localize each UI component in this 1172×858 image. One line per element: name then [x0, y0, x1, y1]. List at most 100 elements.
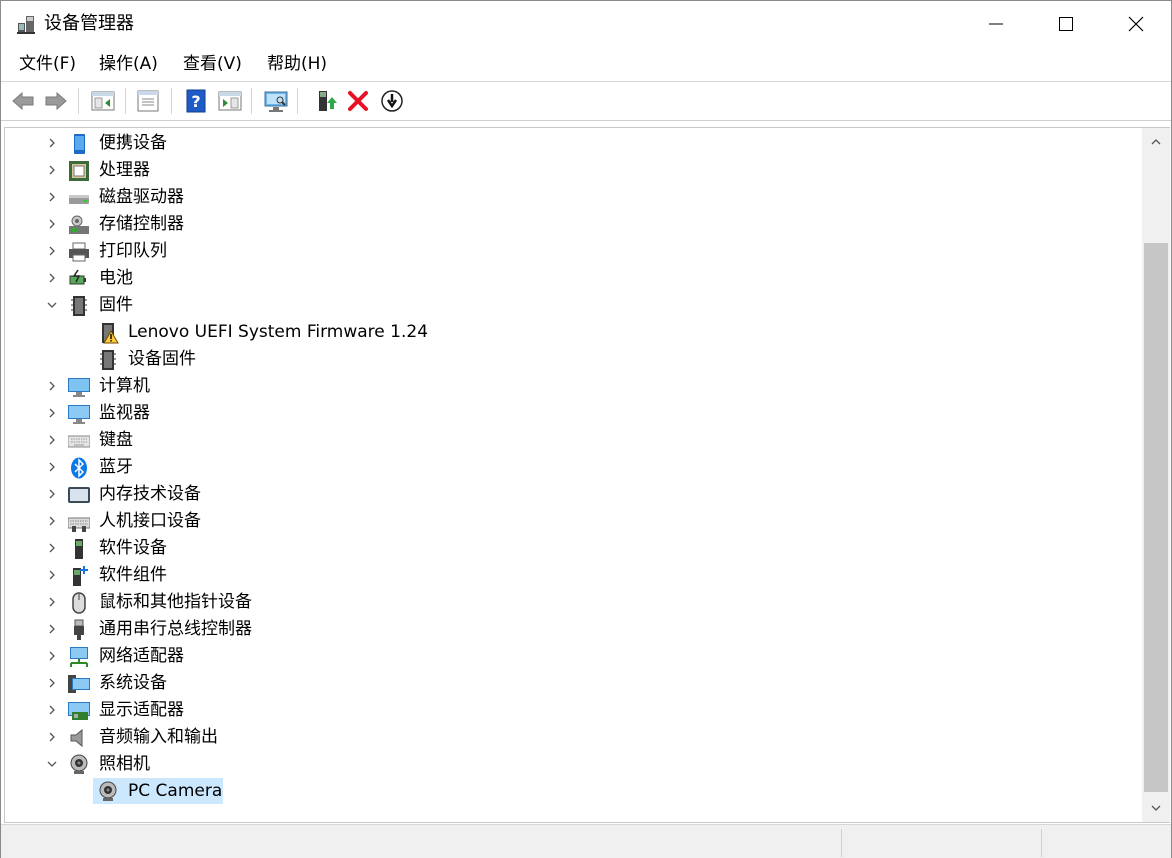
memory-device-icon: [68, 487, 90, 503]
chevron-right-icon[interactable]: [45, 433, 59, 447]
chevron-right-icon[interactable]: [45, 676, 59, 690]
tree-item[interactable]: 内存技术设备: [5, 481, 1142, 508]
back-button[interactable]: [10, 88, 36, 114]
scroll-thumb[interactable]: [1144, 243, 1168, 792]
chevron-right-icon[interactable]: [45, 568, 59, 582]
chevron-right-icon[interactable]: [45, 271, 59, 285]
chevron-down-icon[interactable]: [45, 757, 59, 771]
device-manager-window: 设备管理器 文件(F) 操作(A) 查看(V) 帮助(H) ? 便携设备 处理器…: [0, 0, 1172, 858]
close-icon: [1128, 16, 1144, 32]
uninstall-icon: [348, 91, 368, 111]
menu-view[interactable]: 查看(V): [181, 53, 244, 75]
action-pane-button[interactable]: [217, 88, 243, 114]
minimize-button[interactable]: [961, 1, 1031, 47]
keyboard-icon: [68, 435, 90, 448]
tree-item[interactable]: 通用串行总线控制器: [5, 616, 1142, 643]
hid-icon: [68, 517, 90, 532]
mouse-icon: [72, 592, 86, 614]
close-button[interactable]: [1101, 1, 1171, 47]
tree-item[interactable]: 固件: [5, 292, 1142, 319]
chevron-right-icon[interactable]: [45, 541, 59, 555]
scan-hardware-button[interactable]: [263, 88, 289, 114]
vertical-scrollbar[interactable]: [1142, 127, 1170, 823]
tree-item-label: 处理器: [99, 160, 150, 180]
tree-item[interactable]: 键盘: [5, 427, 1142, 454]
chevron-right-icon[interactable]: [45, 460, 59, 474]
maximize-button[interactable]: [1031, 1, 1101, 47]
tree-item[interactable]: 电池: [5, 265, 1142, 292]
tree-item[interactable]: 显示适配器: [5, 697, 1142, 724]
chevron-down-icon[interactable]: [45, 298, 59, 312]
maximize-icon: [1059, 17, 1073, 31]
tree-item[interactable]: 打印队列: [5, 238, 1142, 265]
tree-item[interactable]: Lenovo UEFI System Firmware 1.24: [5, 319, 1142, 346]
tree-item[interactable]: 软件组件: [5, 562, 1142, 589]
scroll-up-button[interactable]: [1142, 128, 1170, 156]
chevron-right-icon[interactable]: [45, 487, 59, 501]
uninstall-button[interactable]: [345, 88, 371, 114]
disable-button[interactable]: [379, 88, 405, 114]
device-tree[interactable]: 便携设备 处理器 磁盘驱动器 存储控制器 打印队列 电池 固件 Lenovo U…: [4, 127, 1142, 823]
update-driver-icon: [319, 91, 337, 111]
chevron-right-icon[interactable]: [45, 190, 59, 204]
scroll-down-button[interactable]: [1142, 794, 1170, 822]
scan-hardware-icon: [264, 91, 288, 112]
tree-item[interactable]: 蓝牙: [5, 454, 1142, 481]
tree-item[interactable]: 设备固件: [5, 346, 1142, 373]
bluetooth-icon: [71, 457, 87, 479]
tree-item-label: 照相机: [99, 754, 150, 774]
properties-button[interactable]: [135, 88, 161, 114]
device-manager-icon: [17, 16, 35, 34]
chevron-right-icon[interactable]: [45, 163, 59, 177]
chevron-right-icon[interactable]: [45, 622, 59, 636]
help-button[interactable]: ?: [183, 88, 209, 114]
tree-item-label: 显示适配器: [99, 700, 184, 720]
chevron-right-icon[interactable]: [45, 730, 59, 744]
tree-item[interactable]: 音频输入和输出: [5, 724, 1142, 751]
tree-item-selected[interactable]: PC Camera: [5, 778, 1142, 805]
tree-item[interactable]: 存储控制器: [5, 211, 1142, 238]
tree-item-label: 设备固件: [128, 349, 196, 369]
tree-item[interactable]: 网络适配器: [5, 643, 1142, 670]
tree-item-label: 软件组件: [99, 565, 167, 585]
tree-item[interactable]: 照相机: [5, 751, 1142, 778]
chevron-right-icon[interactable]: [45, 244, 59, 258]
menu-help[interactable]: 帮助(H): [265, 53, 329, 75]
svg-text:?: ?: [191, 92, 200, 111]
chevron-right-icon[interactable]: [45, 217, 59, 231]
camera-icon: [70, 754, 88, 774]
audio-icon: [70, 728, 83, 748]
chevron-right-icon[interactable]: [45, 406, 59, 420]
tree-item-label: 键盘: [99, 430, 133, 450]
disable-icon: [381, 90, 403, 112]
forward-button[interactable]: [43, 88, 69, 114]
chevron-right-icon[interactable]: [45, 649, 59, 663]
chevron-right-icon[interactable]: [45, 379, 59, 393]
tree-item[interactable]: 软件设备: [5, 535, 1142, 562]
chevron-right-icon[interactable]: [45, 136, 59, 150]
tree-item[interactable]: 系统设备: [5, 670, 1142, 697]
show-hide-tree-button[interactable]: [90, 88, 116, 114]
menu-file[interactable]: 文件(F): [17, 53, 78, 75]
status-bar: [1, 824, 1171, 858]
computer-icon: [68, 378, 90, 397]
tree-item[interactable]: 计算机: [5, 373, 1142, 400]
toolbar-separator: [125, 88, 126, 114]
tree-item-label: 电池: [99, 268, 133, 288]
menu-action[interactable]: 操作(A): [97, 53, 160, 75]
tree-item[interactable]: 磁盘驱动器: [5, 184, 1142, 211]
title-bar[interactable]: 设备管理器: [1, 1, 1171, 47]
tree-item[interactable]: 监视器: [5, 400, 1142, 427]
tree-item[interactable]: 鼠标和其他指针设备: [5, 589, 1142, 616]
chevron-right-icon[interactable]: [45, 595, 59, 609]
tree-item[interactable]: 便携设备: [5, 130, 1142, 157]
chevron-right-icon[interactable]: [45, 514, 59, 528]
tree-item[interactable]: 处理器: [5, 157, 1142, 184]
toolbar-separator: [78, 88, 79, 114]
chevron-right-icon[interactable]: [45, 703, 59, 717]
update-driver-button[interactable]: [312, 88, 338, 114]
software-component-icon: [73, 566, 88, 586]
tree-item-label: 鼠标和其他指针设备: [99, 592, 252, 612]
tree-item-label: 人机接口设备: [99, 511, 201, 531]
tree-item[interactable]: 人机接口设备: [5, 508, 1142, 535]
